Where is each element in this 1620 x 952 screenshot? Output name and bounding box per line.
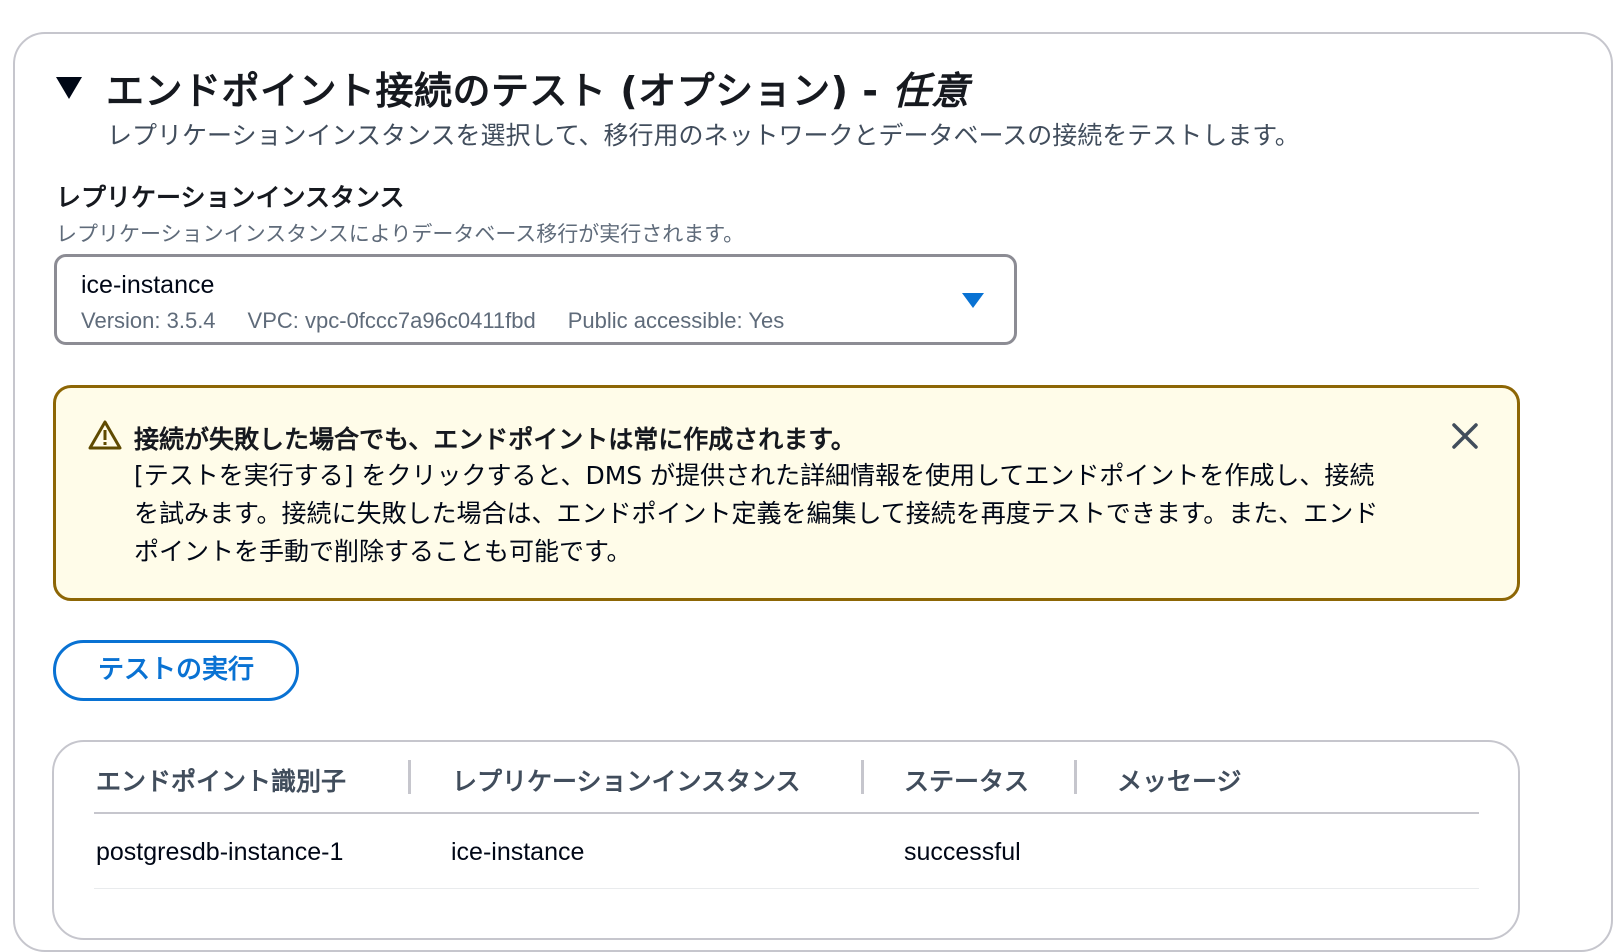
replication-instance-select[interactable]: ice-instance Version: 3.5.4 VPC: vpc-0fc… <box>54 254 1017 345</box>
column-resizer[interactable] <box>1074 760 1077 794</box>
close-icon[interactable] <box>1449 420 1481 452</box>
caret-down-icon <box>962 293 984 308</box>
section-title-text: エンドポイント接続のテスト (オプション) - <box>106 68 893 113</box>
table-header-divider <box>94 812 1479 814</box>
select-meta: Version: 3.5.4 VPC: vpc-0fccc7a96c0411fb… <box>81 308 784 334</box>
section-header[interactable]: エンドポイント接続のテスト (オプション) - 任意 <box>56 60 969 115</box>
alert-title: 接続が失敗した場合でも、エンドポイントは常に作成されます。 <box>134 425 856 454</box>
column-header-status[interactable]: ステータス <box>904 762 1029 798</box>
column-header-replication-instance[interactable]: レプリケーションインスタンス <box>452 762 801 798</box>
table-cell-replication-instance: ice-instance <box>451 838 585 866</box>
column-resizer[interactable] <box>408 760 411 794</box>
column-header-endpoint-id[interactable]: エンドポイント識別子 <box>96 762 346 798</box>
select-vpc: VPC: vpc-0fccc7a96c0411fbd <box>247 308 536 333</box>
column-resizer[interactable] <box>861 760 864 794</box>
select-public: Public accessible: Yes <box>567 308 785 333</box>
warning-icon <box>88 420 122 450</box>
caret-down-icon[interactable] <box>56 77 82 99</box>
section-title-optional: 任意 <box>892 68 970 113</box>
warning-alert: 接続が失敗した場合でも、エンドポイントは常に作成されます。 [テストを実行する]… <box>53 385 1520 601</box>
replication-instance-label: レプリケーションインスタンス <box>56 183 405 212</box>
select-selected-value: ice-instance <box>81 271 215 299</box>
run-test-button[interactable]: テストの実行 <box>53 640 299 701</box>
column-header-message[interactable]: メッセージ <box>1117 762 1242 798</box>
section-description: レプリケーションインスタンスを選択して、移行用のネットワークとデータベースの接続… <box>107 121 1300 150</box>
replication-instance-description: レプリケーションインスタンスによりデータベース移行が実行されます。 <box>56 222 745 246</box>
alert-body: [テストを実行する] をクリックすると、DMS が提供された詳細情報を使用してエ… <box>134 461 1379 566</box>
table-row-divider <box>94 888 1479 889</box>
section-title: エンドポイント接続のテスト (オプション) - 任意 <box>106 60 969 115</box>
table-cell-endpoint-id: postgresdb-instance-1 <box>96 838 344 866</box>
table-cell-status: successful <box>904 838 1021 866</box>
select-version: Version: 3.5.4 <box>81 308 216 333</box>
